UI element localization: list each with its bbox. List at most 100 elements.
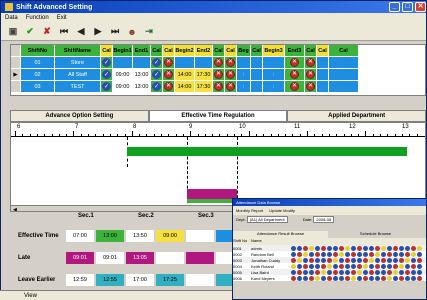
begin2-cell[interactable]: 14:00 (175, 81, 195, 93)
begin1-cell[interactable]: 09:00 (113, 69, 133, 81)
attendance-dot-icon[interactable] (303, 251, 308, 257)
attendance-dot-icon[interactable] (381, 269, 386, 275)
time-field[interactable]: 13:05 (126, 252, 154, 264)
attendance-dot-icon[interactable] (345, 257, 350, 263)
attendance-dot-icon[interactable] (333, 263, 338, 269)
attendance-dot-icon[interactable] (309, 251, 314, 257)
time-field[interactable]: 17:00 (126, 274, 154, 286)
menu-function[interactable]: Function (26, 15, 49, 21)
attendance-dot-icon[interactable] (363, 269, 368, 275)
attendance-dot-icon[interactable] (303, 275, 308, 281)
list-item[interactable]: 0003 Jonathan Cuddy (233, 257, 426, 263)
time-field[interactable] (186, 274, 214, 286)
tab-attendance-result[interactable]: Attendance Result Browse (233, 231, 328, 238)
attendance-dot-icon[interactable] (339, 245, 344, 251)
attendance-dot-icon[interactable] (345, 263, 350, 269)
menu-exit[interactable]: Exit (57, 15, 67, 21)
attendance-dot-icon[interactable] (387, 251, 392, 257)
attendance-dot-icon[interactable] (417, 263, 422, 269)
attendance-dot-icon[interactable] (363, 275, 368, 281)
attendance-dot-icon[interactable] (411, 245, 416, 251)
attendance-dot-icon[interactable] (357, 251, 362, 257)
attendance-dot-icon[interactable] (405, 275, 410, 281)
attendance-dot-icon[interactable] (381, 257, 386, 263)
col-cal1[interactable]: Cal (101, 45, 113, 57)
attendance-dot-icon[interactable] (351, 269, 356, 275)
attendance-dot-icon[interactable] (357, 263, 362, 269)
attendance-dot-icon[interactable] (381, 245, 386, 251)
late-bar[interactable] (187, 189, 237, 199)
attendance-dot-icon[interactable] (309, 257, 314, 263)
attendance-dot-icon[interactable] (393, 275, 398, 281)
attendance-dot-icon[interactable] (339, 275, 344, 281)
check-icon[interactable]: ✔ (24, 26, 36, 38)
attendance-dot-icon[interactable] (291, 245, 296, 251)
attendance-dot-icon[interactable] (327, 257, 332, 263)
col-cal5[interactable]: Cal (225, 45, 237, 57)
attendance-dot-icon[interactable] (339, 251, 344, 257)
end1-cell[interactable]: 13:00 (133, 69, 151, 81)
shift-name-cell[interactable]: Store (55, 57, 101, 69)
col-shiftno[interactable]: ShiftNo (21, 45, 55, 57)
view-label[interactable]: View (24, 293, 37, 299)
leave-bar[interactable] (187, 199, 237, 203)
time-field[interactable]: 13:00 (96, 230, 124, 242)
col-cal8[interactable]: Cal (317, 45, 329, 57)
attendance-dot-icon[interactable] (345, 275, 350, 281)
attendance-dot-icon[interactable] (375, 269, 380, 275)
attendance-dot-icon[interactable] (381, 275, 386, 281)
time-field[interactable]: 13:50 (126, 230, 154, 242)
attendance-dot-icon[interactable] (417, 269, 422, 275)
attendance-dot-icon[interactable] (369, 251, 374, 257)
time-field[interactable] (186, 230, 214, 242)
attendance-dot-icon[interactable] (369, 275, 374, 281)
begin2-cell[interactable] (175, 57, 195, 69)
time-field[interactable] (186, 252, 214, 264)
attendance-dot-icon[interactable] (291, 269, 296, 275)
attendance-dot-icon[interactable] (297, 275, 302, 281)
attendance-dot-icon[interactable] (333, 251, 338, 257)
attendance-dot-icon[interactable] (291, 257, 296, 263)
attendance-dot-icon[interactable] (321, 257, 326, 263)
attendance-dot-icon[interactable] (291, 251, 296, 257)
prev-icon[interactable]: ◀ (75, 26, 87, 38)
tab-applied-department[interactable]: Applied Department (287, 110, 427, 122)
shift-no-cell[interactable]: 03 (21, 81, 55, 93)
attendance-dot-icon[interactable] (393, 251, 398, 257)
list-item[interactable]: 0001 admin (233, 245, 426, 251)
attendance-dot-icon[interactable] (375, 275, 380, 281)
col-shiftname[interactable]: ShiftName (55, 45, 101, 57)
attendance-dot-icon[interactable] (357, 269, 362, 275)
effective-time-bar[interactable] (127, 147, 407, 156)
attendance-dot-icon[interactable] (387, 269, 392, 275)
attendance-dot-icon[interactable] (387, 263, 392, 269)
menu-data[interactable]: Data (5, 15, 18, 21)
attendance-dot-icon[interactable] (417, 245, 422, 251)
attendance-dot-icon[interactable] (357, 245, 362, 251)
date-select[interactable]: 2008-08 (313, 216, 335, 223)
attendance-dot-icon[interactable] (369, 269, 374, 275)
col-begin1[interactable]: Begin1 (113, 45, 133, 57)
table-row[interactable]: 03 TEST ✓ 09:00 13:00 ✓ 14:00 17:30 : : (11, 81, 425, 93)
col-beg[interactable]: Beg (237, 45, 251, 57)
attendance-dot-icon[interactable] (315, 245, 320, 251)
attendance-dot-icon[interactable] (321, 275, 326, 281)
attendance-dot-icon[interactable] (297, 251, 302, 257)
last-icon[interactable]: ⏭ (109, 26, 121, 38)
attendance-dot-icon[interactable] (315, 275, 320, 281)
attendance-dot-icon[interactable] (351, 257, 356, 263)
attendance-dot-icon[interactable] (357, 257, 362, 263)
attendance-dot-icon[interactable] (393, 263, 398, 269)
attendance-dot-icon[interactable] (321, 251, 326, 257)
col-cal9[interactable]: Cal (329, 45, 359, 57)
scroll-left-icon[interactable]: ◀ (13, 207, 19, 211)
col-cal7[interactable]: Cal (305, 45, 317, 57)
exit-icon[interactable]: ⇥ (143, 26, 155, 38)
attendance-dot-icon[interactable] (417, 257, 422, 263)
attendance-dot-icon[interactable] (375, 257, 380, 263)
attendance-dot-icon[interactable] (339, 263, 344, 269)
attendance-dot-icon[interactable] (297, 257, 302, 263)
table-row[interactable]: ▶ 02 All Staff ✓ 09:00 13:00 ✓ 14:00 17:… (11, 69, 425, 81)
next-icon[interactable]: ▶ (92, 26, 104, 38)
time-field[interactable]: 09:01 (66, 252, 94, 264)
